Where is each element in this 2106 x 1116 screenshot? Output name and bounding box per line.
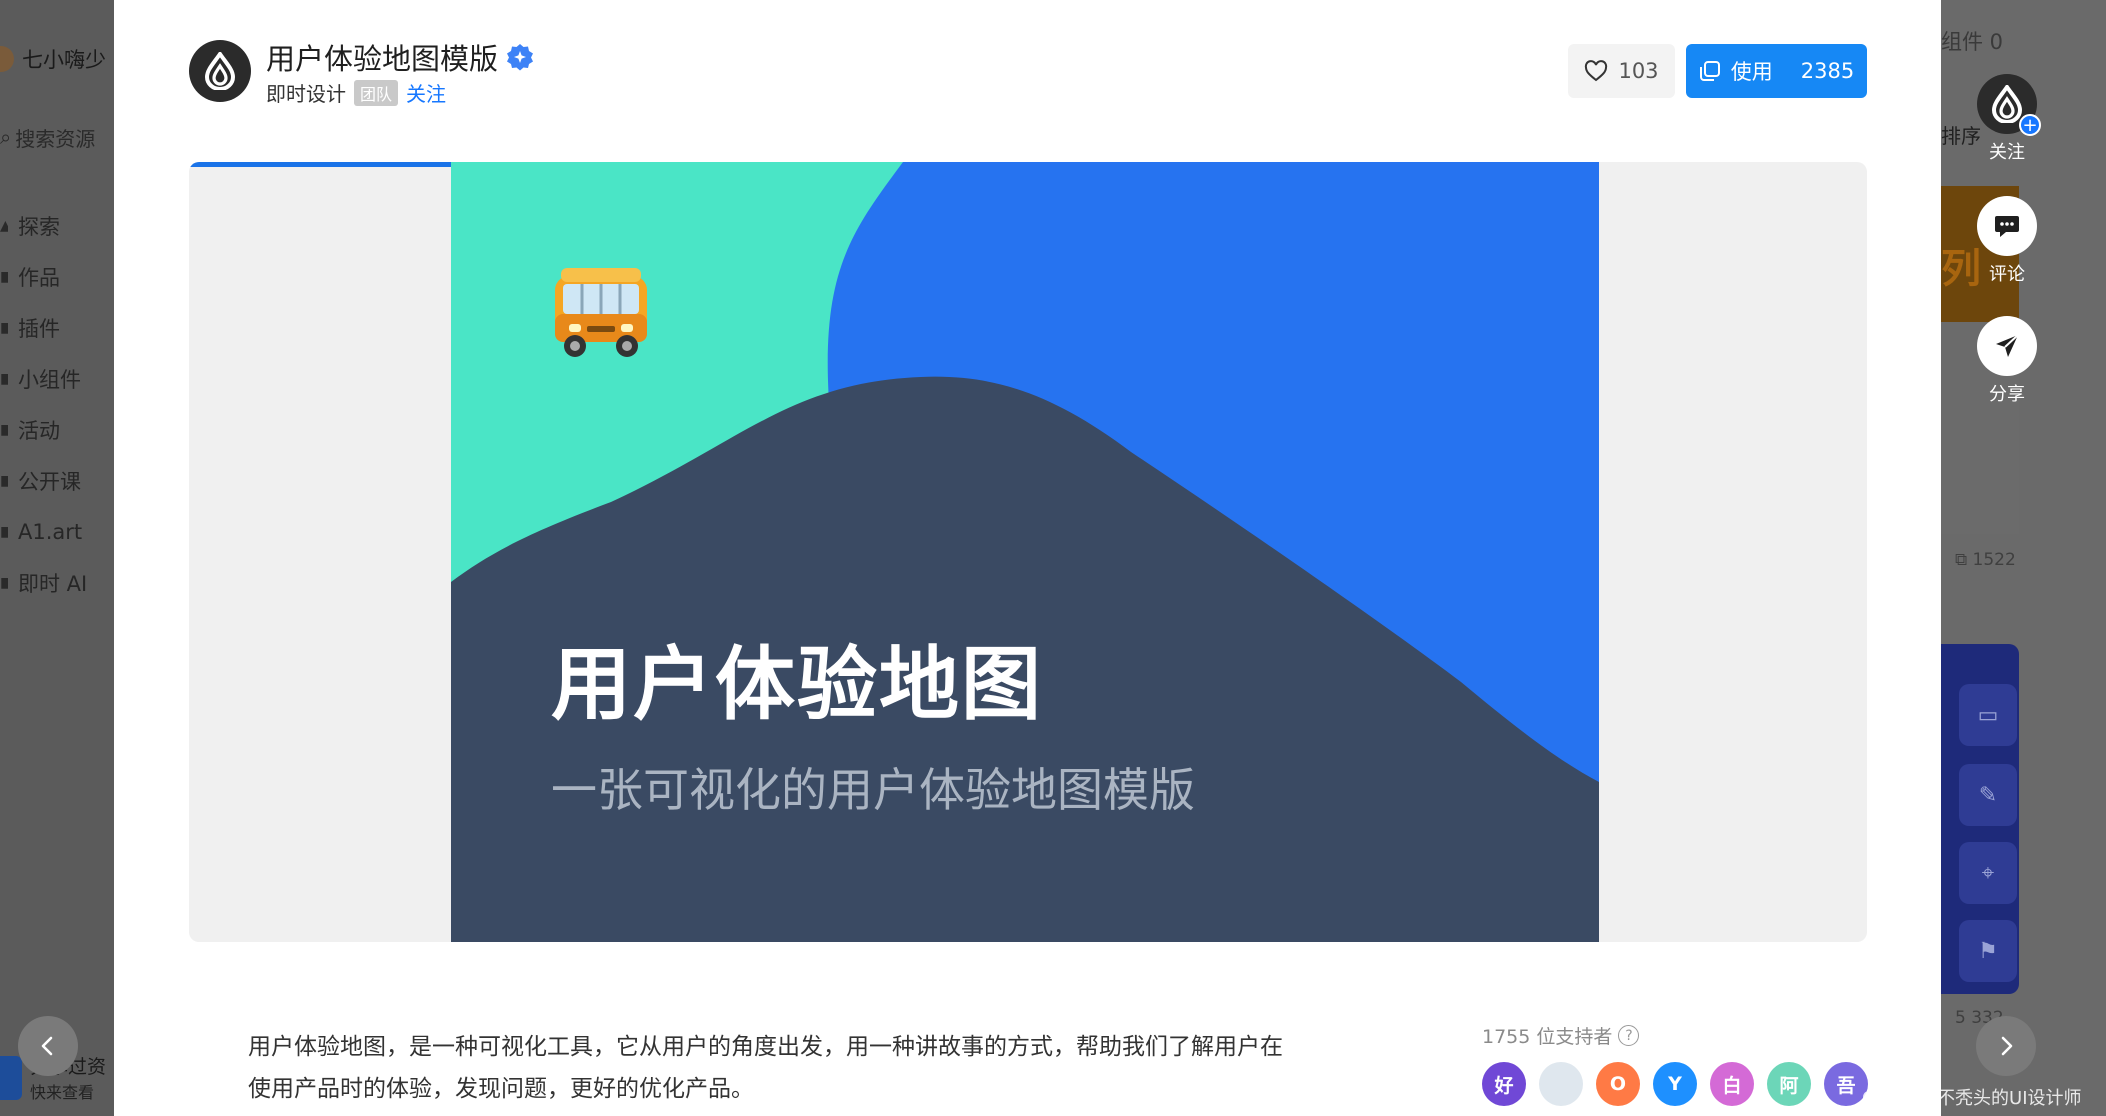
supporter-avatar[interactable]: Y <box>1653 1062 1697 1106</box>
send-icon <box>1996 334 2019 357</box>
comment-icon <box>1995 216 2019 237</box>
follow-action-label: 关注 <box>1989 142 2025 163</box>
card-count: ⧉ 1522 <box>1955 550 2016 570</box>
comment-action-label: 评论 <box>1989 264 2025 285</box>
sidebar-item-courses: ■ 公开课 <box>0 469 81 494</box>
page-title: 用户体验地图模版 <box>266 42 499 76</box>
user-name: 七小嗨少 <box>22 48 106 72</box>
flag-icon: ⚑ <box>1959 920 2017 982</box>
background-content: 组件 0 排序 列 ⧉ 1522 ▭ ✎ ⌖ ⚑ 5 332 <box>1941 0 2106 1116</box>
sidebar-item-works: ■ 作品 <box>0 265 60 290</box>
template-preview[interactable]: 用户体验地图 一张可视化的用户体验地图模版 <box>189 162 1867 942</box>
like-button[interactable]: 103 <box>1568 44 1675 98</box>
supporter-avatar[interactable] <box>1539 1062 1583 1106</box>
verified-icon <box>507 44 534 71</box>
like-count: 103 <box>1618 59 1659 83</box>
follow-link[interactable]: 关注 <box>406 78 446 107</box>
help-icon[interactable]: ? <box>1618 1025 1640 1046</box>
sidebar-item-widgets: ■ 小组件 <box>0 367 81 392</box>
supporter-avatars: 好OY白阿吾 <box>1482 1062 1868 1106</box>
template-description: 用户体验地图，是一种可视化工具，它从用户的角度出发，用一种讲故事的方式，帮助我们… <box>248 1026 1368 1110</box>
search-input: ⌕ 搜索资源 <box>0 120 110 154</box>
sidebar-item-a1art: ■ A1.art <box>0 519 83 544</box>
description-line: 用户体验地图，是一种可视化工具，它从用户的角度出发，用一种讲故事的方式，帮助我们… <box>248 1034 1283 1060</box>
drop-logo-icon <box>1991 85 2023 123</box>
use-label: 使用 <box>1730 60 1773 84</box>
background-tab: 组件 0 <box>1941 30 2004 54</box>
comment-action[interactable]: 评论 <box>1970 196 2044 286</box>
watermark: CSDN @不秃头的UI设计师 <box>1862 1088 2082 1109</box>
author-row: 即时设计 团队 关注 <box>266 78 446 107</box>
description-line: 使用产品时的体验，发现问题，更好的优化产品。 <box>248 1076 754 1102</box>
cover-subtitle: 一张可视化的用户体验地图模版 <box>551 763 1195 817</box>
supporter-avatar[interactable]: O <box>1596 1062 1640 1106</box>
supporters-count: 1755 位支持者 ? <box>1482 1022 1640 1049</box>
promo-subtitle: 快来查看 <box>30 1083 95 1102</box>
team-logo[interactable] <box>189 40 251 102</box>
bus-icon <box>555 268 647 357</box>
background-sidebar: 七小嗨少 ⌕ 搜索资源 ▲ 探索 ■ 作品 ■ 插件 ■ 小组件 ■ 活动 ■ 公开课 ■ A… <box>0 0 114 1116</box>
background-card: ▭ ✎ ⌖ ⚑ <box>1941 644 2019 994</box>
copy-icon <box>1699 61 1720 81</box>
supporter-avatar[interactable]: 阿 <box>1767 1062 1811 1106</box>
use-template-button[interactable]: 使用 2385 <box>1686 44 1867 98</box>
sidebar-item-events: ■ 活动 <box>0 418 60 443</box>
supporter-avatar[interactable]: 白 <box>1710 1062 1754 1106</box>
map-pin-icon: ⌖ <box>1959 842 2017 904</box>
share-action-label: 分享 <box>1989 384 2025 405</box>
drop-logo-icon <box>204 52 236 90</box>
sidebar-item-plugins: ■ 插件 <box>0 316 60 341</box>
edit-icon: ✎ <box>1959 764 2017 826</box>
sidebar-item-ai: ■ 即时 AI <box>0 571 88 596</box>
heart-icon <box>1585 60 1608 82</box>
search-icon: ⌕ <box>0 125 12 149</box>
plus-icon: + <box>2019 114 2041 136</box>
sidebar-nav: ▲ 探索 ■ 作品 ■ 插件 ■ 小组件 ■ 活动 ■ 公开课 ■ A1.art ■ 即时 AI <box>0 200 87 608</box>
cover-title: 用户体验地图 <box>551 638 1043 731</box>
cover-image: 用户体验地图 一张可视化的用户体验地图模版 <box>451 162 1599 942</box>
avatar <box>0 46 14 72</box>
book-icon: ▭ <box>1959 684 2017 746</box>
previous-button[interactable] <box>18 1016 78 1076</box>
share-action[interactable]: 分享 <box>1970 316 2044 406</box>
search-placeholder: 搜索资源 <box>15 126 96 151</box>
next-button[interactable] <box>1976 1016 2036 1076</box>
template-detail-modal: 用户体验地图模版 即时设计 团队 关注 103 使用 2385 用户体验地图 一… <box>114 0 1941 1116</box>
use-count: 2385 <box>1800 59 1855 83</box>
chevron-right-icon <box>2001 1036 2013 1056</box>
supporter-avatar[interactable]: 好 <box>1482 1062 1526 1106</box>
chevron-left-icon <box>41 1036 53 1056</box>
sidebar-item-explore: ▲ 探索 <box>0 214 60 239</box>
user-profile: 七小嗨少 <box>0 44 106 74</box>
team-badge: 团队 <box>354 79 399 106</box>
team-name[interactable]: 即时设计 <box>266 78 346 107</box>
title-row: 用户体验地图模版 <box>266 36 534 78</box>
follow-action[interactable]: + 关注 <box>1970 74 2044 164</box>
